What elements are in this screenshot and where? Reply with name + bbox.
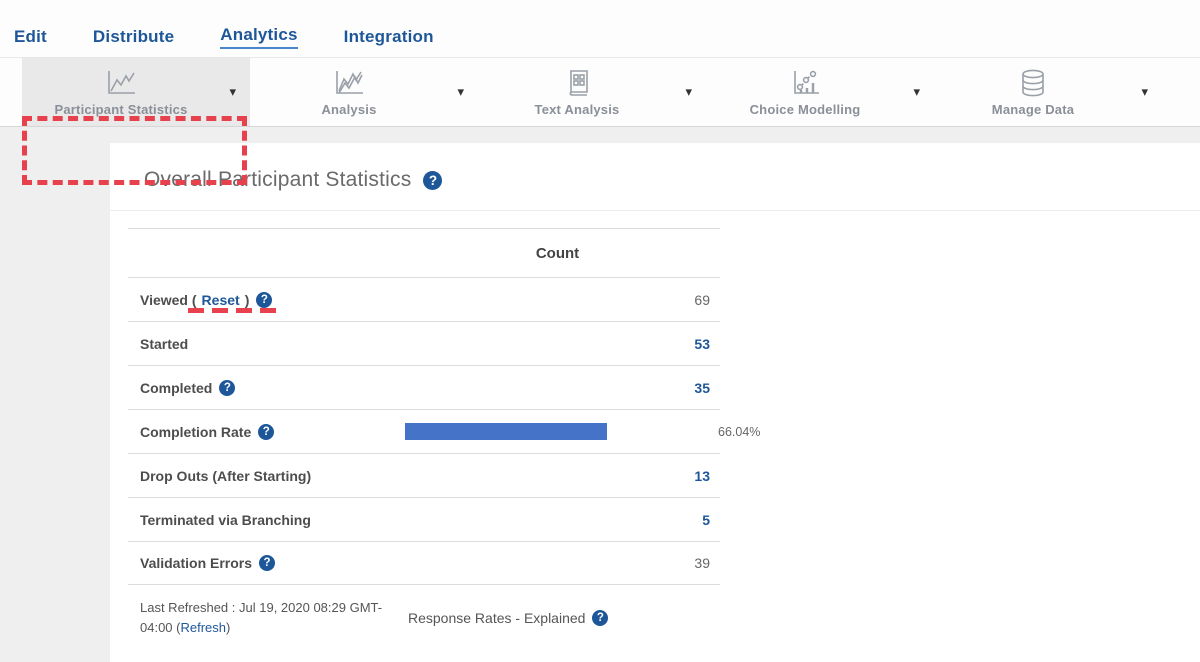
nav-integration[interactable]: Integration xyxy=(344,27,434,49)
toolbar-label: Participant Statistics xyxy=(55,102,188,117)
table-row-completed: Completed ? 35 xyxy=(128,365,720,409)
row-label: Completion Rate ? xyxy=(140,424,395,440)
progress-percent-label: 66.04% xyxy=(718,425,760,439)
multi-line-chart-icon xyxy=(331,68,367,98)
progress-bar-fill xyxy=(405,423,607,440)
panel-title-row: Overall Participant Statistics ? xyxy=(110,143,1200,211)
table-footer: Last Refreshed : Jul 19, 2020 08:29 GMT-… xyxy=(128,585,720,638)
document-grid-icon xyxy=(559,68,595,98)
count-column-header: Count xyxy=(395,245,720,262)
table-row-terminated: Terminated via Branching 5 xyxy=(128,497,720,541)
toolbar-text-analysis[interactable]: Text Analysis ▾ xyxy=(478,58,706,126)
participant-statistics-panel: Overall Participant Statistics ? Count V… xyxy=(110,143,1200,662)
last-refreshed-text: Last Refreshed : Jul 19, 2020 08:29 GMT-… xyxy=(140,598,395,638)
row-label: Viewed ( Reset ) ? xyxy=(140,292,395,308)
scatter-chart-icon xyxy=(787,68,823,98)
toolbar-label: Choice Modelling xyxy=(750,102,861,117)
help-icon[interactable]: ? xyxy=(259,555,275,571)
count-value: 13 xyxy=(395,468,720,484)
table-row-viewed: Viewed ( Reset ) ? 69 xyxy=(128,277,720,321)
reset-link[interactable]: Reset xyxy=(202,292,240,308)
count-value: 69 xyxy=(395,292,720,308)
toolbar-analysis[interactable]: Analysis ▾ xyxy=(250,58,478,126)
toolbar-label: Text Analysis xyxy=(535,102,620,117)
toolbar-label: Analysis xyxy=(321,102,376,117)
database-icon xyxy=(1015,68,1051,98)
count-value: 35 xyxy=(395,380,720,396)
row-label: Started xyxy=(140,336,395,352)
row-label: Validation Errors ? xyxy=(140,555,395,571)
row-label: Drop Outs (After Starting) xyxy=(140,468,395,484)
nav-analytics[interactable]: Analytics xyxy=(220,25,297,49)
refresh-link[interactable]: Refresh xyxy=(180,620,226,635)
help-icon[interactable]: ? xyxy=(423,171,442,190)
top-nav: Edit Distribute Analytics Integration xyxy=(0,0,1200,57)
help-icon[interactable]: ? xyxy=(258,424,274,440)
help-icon[interactable]: ? xyxy=(592,610,608,626)
help-icon[interactable]: ? xyxy=(256,292,272,308)
completion-rate-bar: 66.04% xyxy=(395,423,760,440)
chevron-down-icon[interactable]: ▾ xyxy=(1141,85,1148,98)
table-header-row: Count xyxy=(128,228,720,277)
toolbar-manage-data[interactable]: Manage Data ▾ xyxy=(934,58,1162,126)
chevron-down-icon[interactable]: ▾ xyxy=(685,85,692,98)
toolbar-choice-modelling[interactable]: Choice Modelling ▾ xyxy=(706,58,934,126)
table-row-validation-errors: Validation Errors ? 39 xyxy=(128,541,720,585)
progress-bar-track xyxy=(405,423,711,440)
page-title: Overall Participant Statistics xyxy=(144,168,411,192)
table-row-started: Started 53 xyxy=(128,321,720,365)
table-row-drop-outs: Drop Outs (After Starting) 13 xyxy=(128,453,720,497)
line-chart-icon xyxy=(103,68,139,98)
table-row-completion-rate: Completion Rate ? 66.04% xyxy=(128,409,720,453)
participant-statistics-table: Count Viewed ( Reset ) ? 69 Started 53 C… xyxy=(128,228,720,638)
annotation-underline xyxy=(188,308,276,313)
toolbar-participant-statistics[interactable]: Participant Statistics ▾ xyxy=(22,58,250,126)
chevron-down-icon[interactable]: ▾ xyxy=(913,85,920,98)
chevron-down-icon[interactable]: ▾ xyxy=(229,85,236,98)
toolbar-label: Manage Data xyxy=(992,102,1074,117)
row-label: Completed ? xyxy=(140,380,395,396)
nav-edit[interactable]: Edit xyxy=(14,27,47,49)
chevron-down-icon[interactable]: ▾ xyxy=(457,85,464,98)
row-label: Terminated via Branching xyxy=(140,512,395,528)
count-value: 39 xyxy=(395,555,720,571)
count-value: 53 xyxy=(395,336,720,352)
count-value: 5 xyxy=(395,512,720,528)
help-icon[interactable]: ? xyxy=(219,380,235,396)
nav-distribute[interactable]: Distribute xyxy=(93,27,174,49)
analytics-toolbar: Participant Statistics ▾ Analysis ▾ Text… xyxy=(0,57,1200,127)
response-rates-explained: Response Rates - Explained ? xyxy=(395,598,608,638)
